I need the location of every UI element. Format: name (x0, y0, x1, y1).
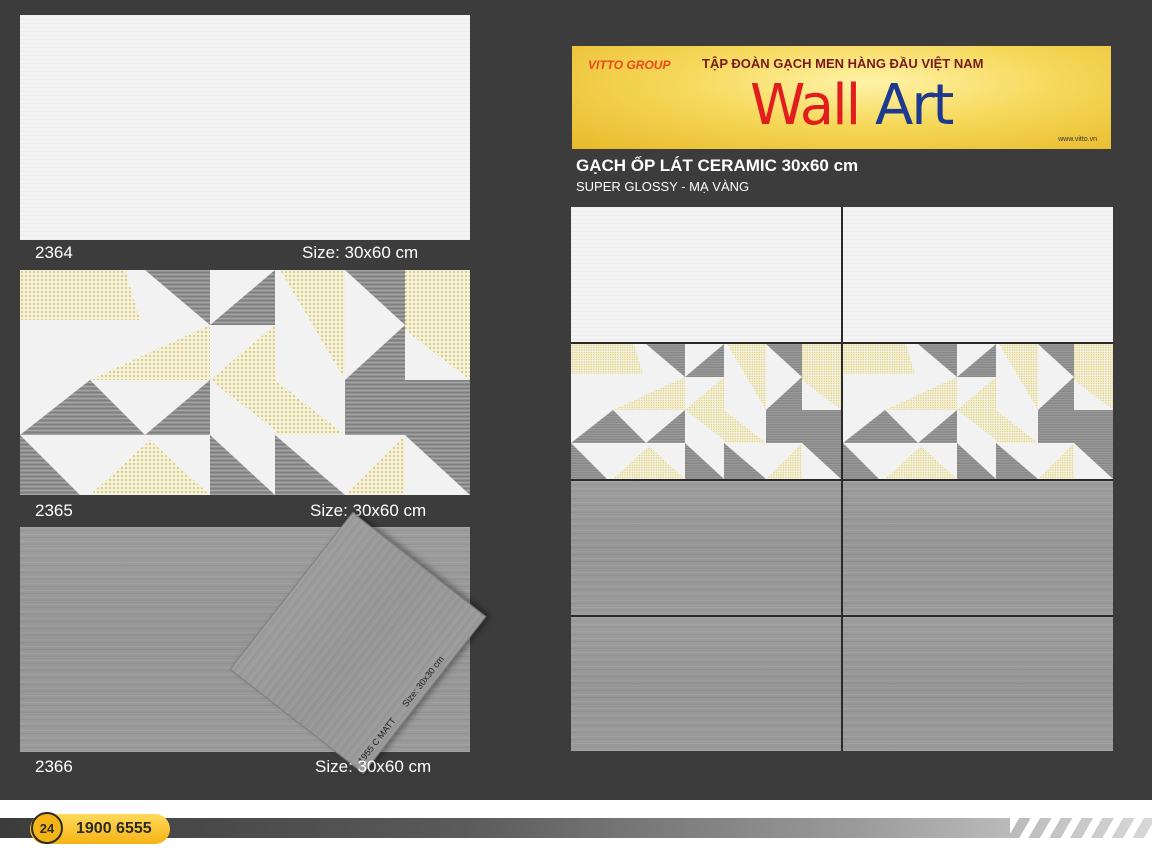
footer-stripes (1010, 818, 1152, 838)
tile-2366-code: 2366 (35, 757, 73, 776)
hotline-number[interactable]: 1900 6555 (76, 820, 152, 838)
tile-2365-code: 2365 (35, 501, 73, 520)
tile-2364-code: 2364 (35, 243, 73, 262)
mockup-grey-tile-1 (571, 481, 841, 615)
mockup-white-tile-right (843, 207, 1113, 342)
product-title: GẠCH ỐP LÁT CERAMIC 30x60 cm (576, 156, 859, 175)
brand-word-art: Art (875, 73, 954, 138)
mockup-white-tile-left (571, 207, 841, 342)
footer (0, 800, 1152, 857)
tile-2365-size: Size: 30x60 cm (310, 501, 427, 520)
hotline-24-icon: 24 (31, 812, 63, 844)
wall-mockup (571, 207, 1113, 751)
mockup-grey-tile-4 (843, 617, 1113, 751)
mockup-decor-tile-right (843, 344, 1113, 479)
footer-gradient-bar (0, 818, 1152, 838)
brand-banner: VITTO GROUP TẬP ĐOÀN GẠCH MEN HÀNG ĐẦU V… (572, 46, 1111, 149)
mockup-grey-tile-2 (843, 481, 1113, 615)
tile-2364-image[interactable] (20, 15, 470, 240)
wall-art-logo: Wall Art (750, 78, 954, 134)
tile-2366-size: Size: 30x60 cm (315, 757, 432, 776)
mockup-decor-tile-left (571, 344, 841, 479)
brand-word-wall: Wall (750, 73, 861, 138)
tile-2364-size: Size: 30x60 cm (302, 243, 419, 262)
vitto-group-logo: VITTO GROUP (588, 58, 671, 72)
product-subtitle: SUPER GLOSSY - MẠ VÀNG (576, 179, 750, 194)
banner-tagline: TẬP ĐOÀN GẠCH MEN HÀNG ĐẦU VIỆT NAM (702, 56, 984, 71)
tile-2365-image[interactable] (20, 270, 470, 495)
mockup-grey-tile-3 (571, 617, 841, 751)
website-link[interactable]: www.vitto.vn (1058, 136, 1097, 143)
